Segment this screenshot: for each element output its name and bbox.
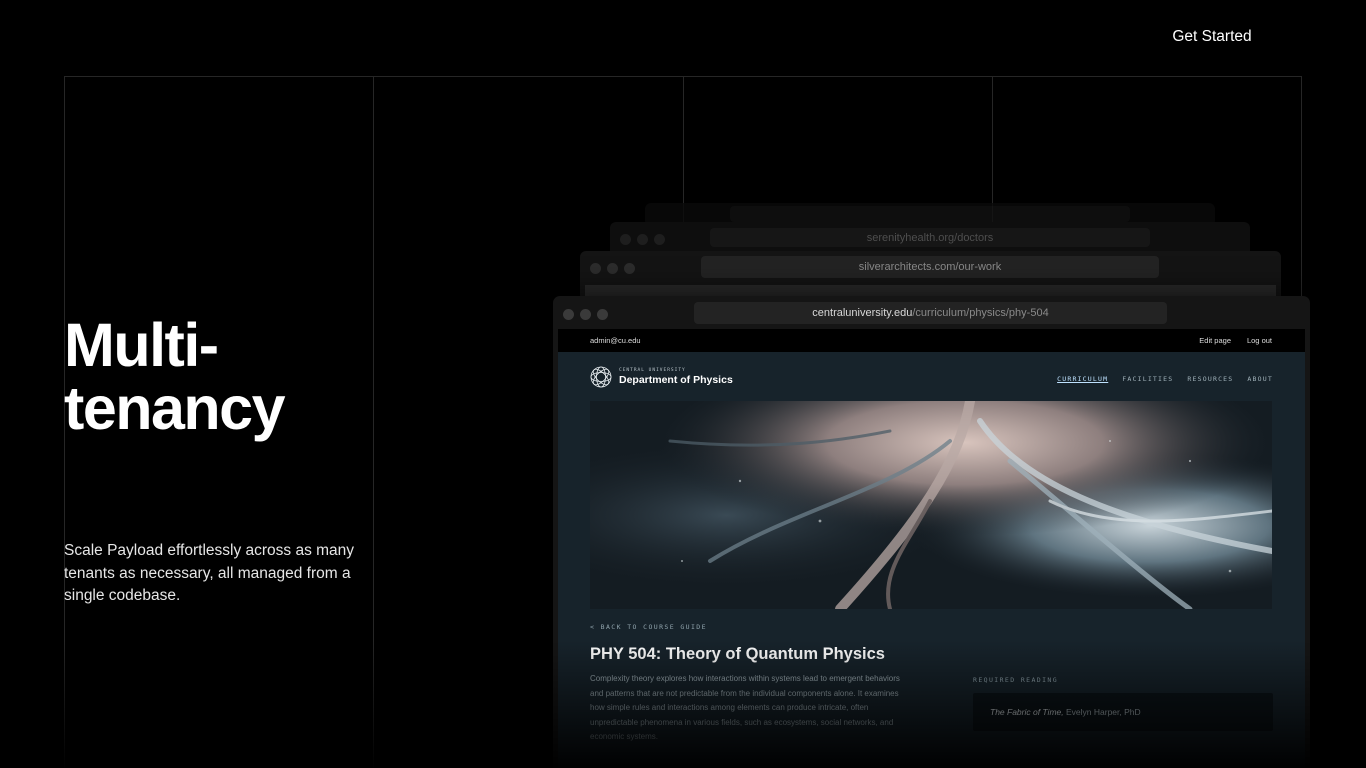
maximize-dot-icon[interactable] [597, 309, 608, 320]
browser-chrome: centraluniversity.edu/curriculum/physics… [553, 296, 1310, 329]
body-line: unpredictable phenomena in various field… [590, 717, 894, 727]
body-line: economic systems. [590, 732, 659, 741]
description-line: tenants as necessary, all managed from a [64, 564, 351, 582]
book-author: Evelyn Harper, PhD [1066, 707, 1141, 717]
nav-about[interactable]: ABOUT [1247, 375, 1273, 383]
log-out-link[interactable]: Log out [1247, 329, 1272, 352]
ghost-window-1: silverarchitects.com/our-work [580, 251, 1281, 301]
admin-email: admin@cu.edu [590, 336, 641, 345]
body-line: Complexity theory explores how interacti… [590, 674, 900, 683]
url-domain: centraluniversity.edu [812, 307, 913, 319]
course-title: PHY 504: Theory of Quantum Physics [590, 645, 885, 663]
url-bar[interactable]: centraluniversity.edu/curriculum/physics… [694, 302, 1167, 324]
hero-description: Scale Payload effortlessly across as man… [64, 540, 382, 608]
book-title: The Fabric of Time, [990, 707, 1064, 717]
description-line: Scale Payload effortlessly across as man… [64, 542, 355, 559]
ghost-url-bar: silverarchitects.com/our-work [701, 256, 1159, 278]
hero-image [590, 401, 1272, 609]
edit-page-link[interactable]: Edit page [1199, 329, 1231, 352]
body-line: how simple rules and interactions among … [590, 703, 869, 712]
url-path: /curriculum/physics/phy-504 [912, 307, 1049, 319]
grid-line-v2 [373, 76, 374, 768]
reading-card[interactable]: The Fabric of Time, Evelyn Harper, PhD [973, 693, 1273, 731]
admin-bar: admin@cu.edu Edit page Log out [558, 329, 1305, 352]
window-controls [590, 261, 641, 279]
minimize-dot-icon[interactable] [580, 309, 591, 320]
nav-curriculum[interactable]: CURRICULUM [1057, 375, 1108, 383]
nav-resources[interactable]: RESOURCES [1187, 375, 1233, 383]
globe-wireframe-icon [590, 366, 612, 388]
ghost-url-bar [730, 206, 1130, 222]
close-dot-icon[interactable] [563, 309, 574, 320]
site-nav: CURRICULUM FACILITIES RESOURCES ABOUT [1043, 375, 1273, 383]
course-description: Complexity theory explores how interacti… [590, 672, 950, 745]
description-line: single codebase. [64, 587, 181, 604]
body-line: and patterns that are not predictable fr… [590, 688, 899, 698]
page-title: Multi- tenancy [64, 311, 286, 442]
title-line: tenancy [64, 374, 286, 442]
window-controls [620, 232, 671, 250]
reading-text: The Fabric of Time, Evelyn Harper, PhD [990, 693, 1141, 731]
get-started-link[interactable]: Get Started [1160, 27, 1264, 47]
fluid-art-image [590, 401, 1272, 609]
back-to-course-guide-link[interactable]: < BACK TO COURSE GUIDE [590, 623, 707, 631]
logo-subtitle: CENTRAL UNIVERSITY [619, 368, 686, 373]
required-reading-label: REQUIRED READING [973, 676, 1059, 684]
window-controls [563, 307, 614, 325]
tenant-site: admin@cu.edu Edit page Log out CENTRAL U… [558, 329, 1305, 768]
logo-title: Department of Physics [619, 374, 733, 386]
title-line: Multi- [64, 311, 219, 379]
nav-facilities[interactable]: FACILITIES [1122, 375, 1173, 383]
ghost-url-bar: serenityhealth.org/doctors [710, 228, 1150, 247]
browser-window: centraluniversity.edu/curriculum/physics… [553, 296, 1310, 768]
